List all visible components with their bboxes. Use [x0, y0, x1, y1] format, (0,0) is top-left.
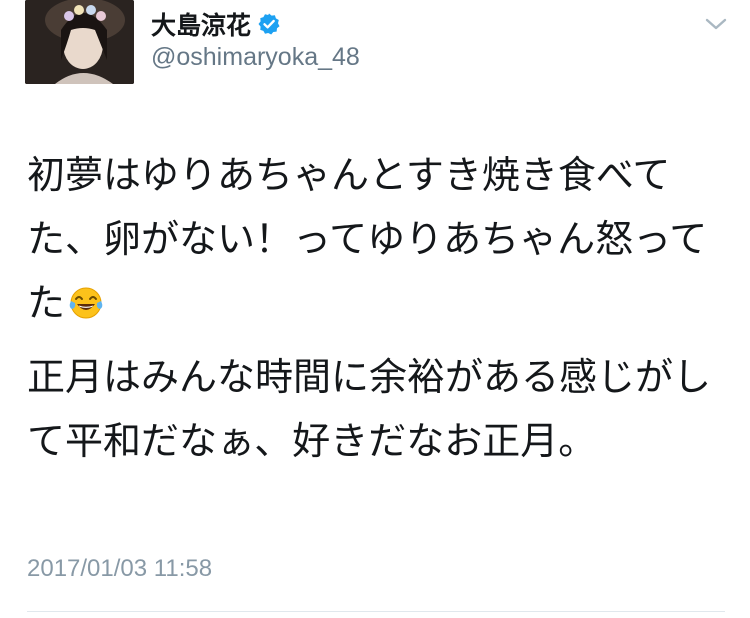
tweet-paragraph-text: 初夢はゆりあちゃんとすき焼き食べてた、卵がない！ってゆりあちゃん怒ってた	[27, 153, 708, 325]
verified-badge-icon	[257, 12, 281, 36]
chevron-down-icon[interactable]	[703, 14, 729, 34]
divider	[27, 611, 725, 612]
user-handle[interactable]: @oshimaryoka_48	[151, 43, 360, 72]
avatar[interactable]	[25, 0, 134, 84]
display-name[interactable]: 大島涼花	[151, 6, 251, 42]
face-with-tears-of-joy-icon	[67, 276, 105, 319]
tweet-text: 初夢はゆりあちゃんとすき焼き食べてた、卵がない！ってゆりあちゃん怒ってた 正月は…	[27, 143, 727, 473]
user-name-row: 大島涼花	[151, 6, 281, 42]
tweet-timestamp[interactable]: 2017/01/03 11:58	[27, 555, 212, 583]
tweet-paragraph: 正月はみんな時間に余裕がある感じがして平和だなぁ、好きだなお正月。	[27, 355, 712, 463]
tweet-paragraph: 初夢はゆりあちゃんとすき焼き食べてた、卵がない！ってゆりあちゃん怒ってた	[27, 143, 727, 335]
